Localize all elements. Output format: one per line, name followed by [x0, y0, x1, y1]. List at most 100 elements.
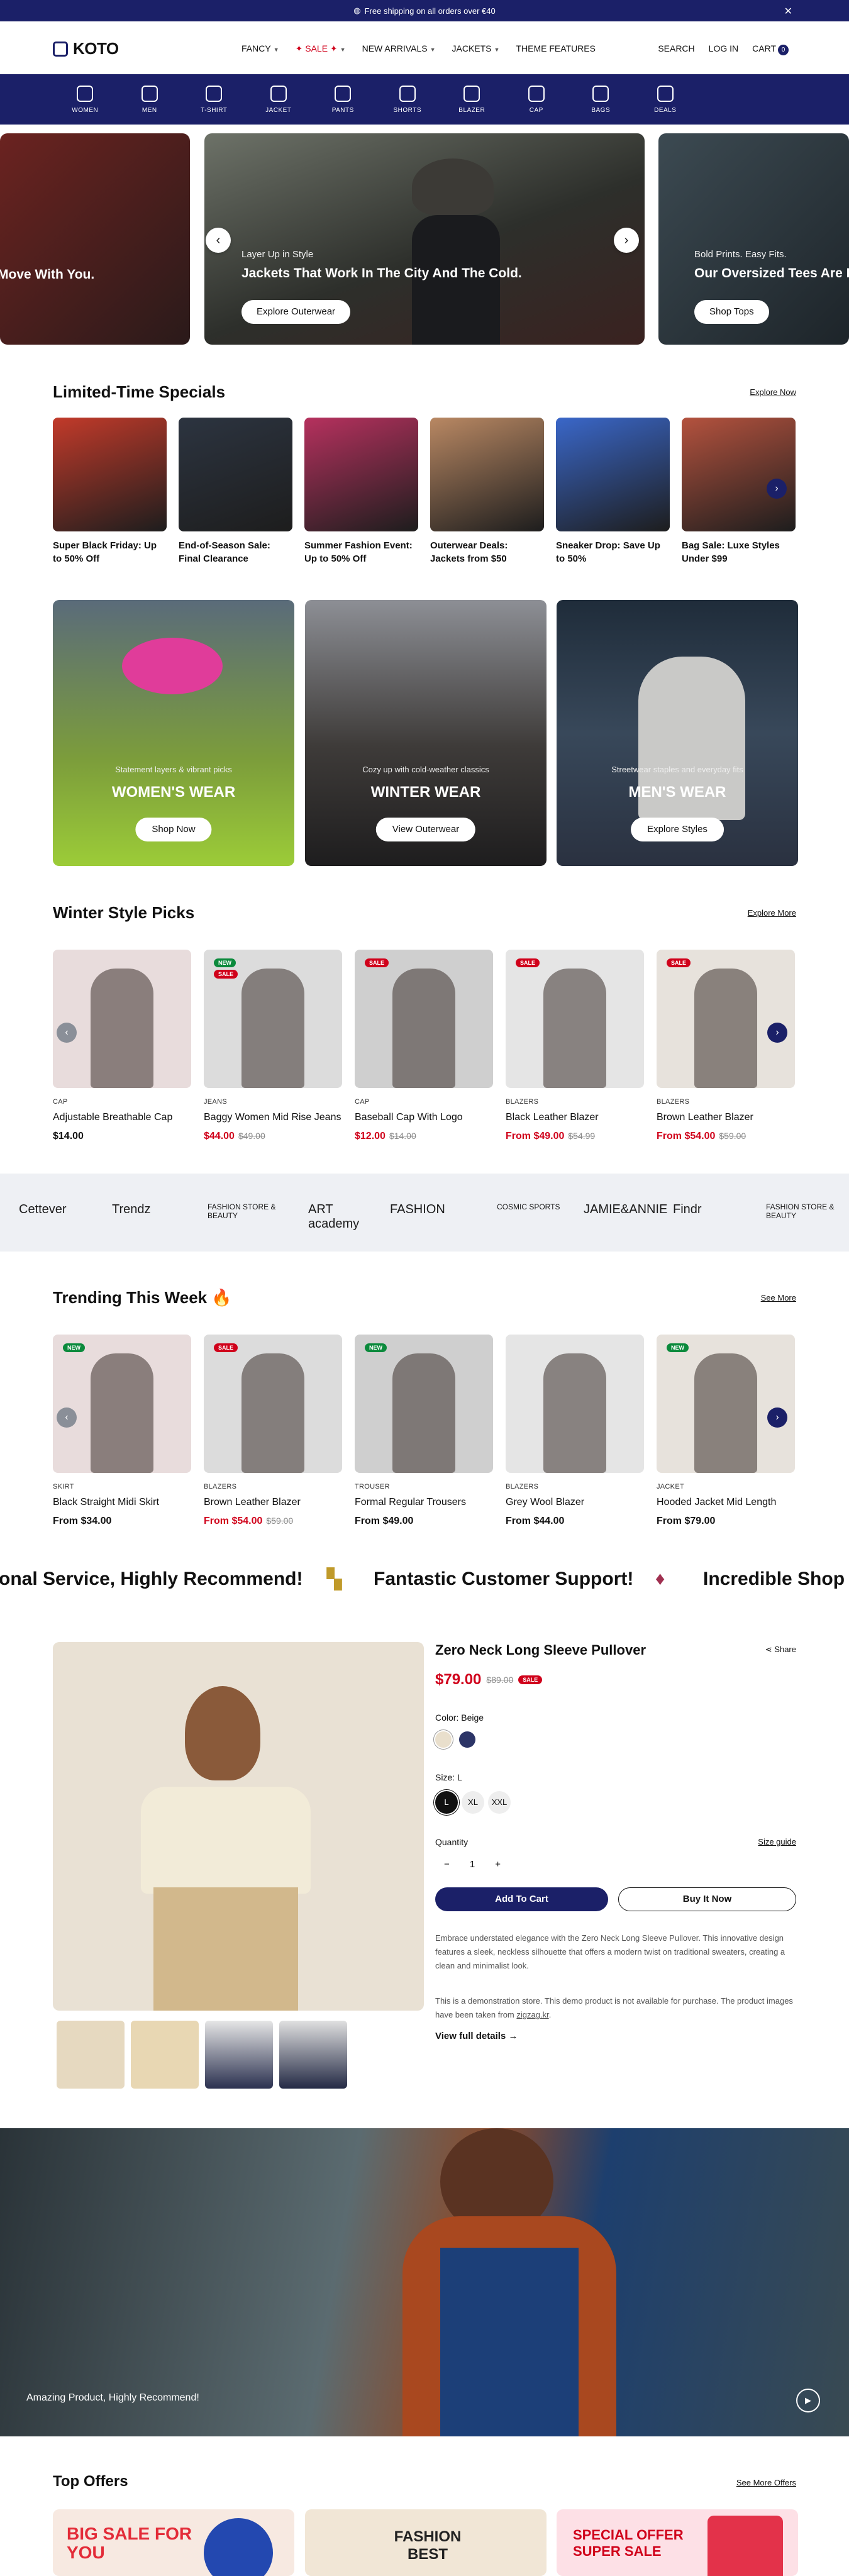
category-item[interactable]: WOMEN: [53, 74, 118, 125]
special-item[interactable]: Outerwear Deals: Jackets from $50: [430, 418, 544, 565]
product-card[interactable]: NEW SALE JEANS Baggy Women Mid Rise Jeans $4…: [204, 950, 342, 1142]
product-thumbnail[interactable]: [131, 2021, 199, 2089]
brand-logo[interactable]: FASHION STORE & BEAUTY: [766, 1202, 841, 1220]
product-card[interactable]: NEW JACKET Hooded Jacket Mid Length From $7…: [657, 1335, 795, 1527]
close-icon[interactable]: ✕: [784, 5, 792, 18]
color-swatch-navy[interactable]: [459, 1731, 476, 1748]
product-card[interactable]: SALE BLAZERS Black Leather Blazer From $49.…: [506, 950, 644, 1142]
product-name[interactable]: Formal Regular Trousers: [355, 1497, 493, 1508]
category-item[interactable]: SHORTS: [375, 74, 440, 125]
see-more-offers-link[interactable]: See More Offers: [736, 2478, 796, 2487]
product-name[interactable]: Baggy Women Mid Rise Jeans: [204, 1112, 342, 1123]
offer-tile[interactable]: FASHION BEST: [305, 2509, 547, 2576]
product-thumbnail[interactable]: [205, 2021, 273, 2089]
size-guide-link[interactable]: Size guide: [758, 1837, 796, 1846]
product-card[interactable]: BLAZERS Grey Wool Blazer From $44.00: [506, 1335, 644, 1527]
winter-prev-arrow-icon[interactable]: ‹: [57, 1023, 77, 1043]
size-option[interactable]: XL: [462, 1791, 484, 1814]
specials-next-arrow-icon[interactable]: ›: [767, 479, 787, 499]
explore-styles-button[interactable]: Explore Styles: [631, 818, 724, 841]
promo-womens[interactable]: Statement layers & vibrant picks WOMEN'S…: [53, 600, 294, 866]
shop-tops-button[interactable]: Shop Tops: [694, 300, 769, 324]
product-name[interactable]: Hooded Jacket Mid Length: [657, 1497, 795, 1508]
category-item[interactable]: DEALS: [633, 74, 698, 125]
minus-icon[interactable]: −: [444, 1859, 450, 1870]
view-outerwear-button[interactable]: View Outerwear: [375, 818, 476, 841]
see-more-link[interactable]: See More: [761, 1293, 796, 1302]
product-thumbnail[interactable]: [57, 2021, 125, 2089]
color-swatch-beige[interactable]: [435, 1731, 452, 1748]
brand-logo[interactable]: Trendz: [112, 1202, 187, 1217]
product-name[interactable]: Brown Leather Blazer: [657, 1112, 795, 1123]
hero-slide-right[interactable]: Bold Prints. Easy Fits. Our Oversized Te…: [658, 133, 849, 345]
offer-tile[interactable]: BIG SALE FOR YOU: [53, 2509, 294, 2576]
special-item[interactable]: Super Black Friday: Up to 50% Off: [53, 418, 167, 565]
category-item[interactable]: CAP: [504, 74, 569, 125]
hero-prev-arrow-icon[interactable]: ‹: [206, 228, 231, 253]
product-card[interactable]: SALE BLAZERS Brown Leather Blazer From $54.…: [204, 1335, 342, 1527]
brand-logo[interactable]: COSMIC SPORTS: [497, 1202, 572, 1211]
trending-next-arrow-icon[interactable]: ›: [767, 1407, 787, 1428]
nav-item[interactable]: THEME FEATURES: [516, 43, 596, 54]
special-item[interactable]: Summer Fashion Event: Up to 50% Off: [304, 418, 418, 565]
product-card[interactable]: SALE CAP Baseball Cap With Logo $12.00 $14.0…: [355, 950, 493, 1142]
winter-next-arrow-icon[interactable]: ›: [767, 1023, 787, 1043]
hero-slide-left[interactable]: Move With You.: [0, 133, 190, 345]
product-name[interactable]: Brown Leather Blazer: [204, 1497, 342, 1508]
product-name[interactable]: Grey Wool Blazer: [506, 1497, 644, 1508]
search-link[interactable]: SEARCH: [658, 43, 694, 55]
plus-icon[interactable]: +: [495, 1859, 501, 1870]
hero-slide-center[interactable]: Layer Up in Style Jackets That Work In T…: [204, 133, 645, 345]
hero-next-arrow-icon[interactable]: ›: [614, 228, 639, 253]
brand-logo[interactable]: FASHION: [390, 1202, 465, 1217]
shop-now-button[interactable]: Shop Now: [135, 818, 212, 841]
add-to-cart-button[interactable]: Add To Cart: [435, 1887, 608, 1911]
category-item[interactable]: BAGS: [569, 74, 633, 125]
nav-item[interactable]: JACKETS ▼: [452, 43, 500, 54]
view-full-details-link[interactable]: View full details →: [435, 2031, 518, 2041]
brand-logo[interactable]: Cettever: [19, 1202, 94, 1217]
brand-logo[interactable]: JAMIE&ANNIE: [584, 1202, 667, 1217]
trending-prev-arrow-icon[interactable]: ‹: [57, 1407, 77, 1428]
promo-winter[interactable]: Cozy up with cold-weather classics WINTE…: [305, 600, 547, 866]
video-banner[interactable]: Amazing Product, Highly Recommend! ▶: [0, 2128, 849, 2436]
size-option[interactable]: XXL: [488, 1791, 511, 1814]
product-main-image[interactable]: [53, 1642, 424, 2011]
explore-more-link[interactable]: Explore More: [748, 908, 796, 918]
buy-it-now-button[interactable]: Buy It Now: [618, 1887, 796, 1911]
nav-item[interactable]: NEW ARRIVALS ▼: [362, 43, 436, 54]
special-item[interactable]: End-of-Season Sale: Final Clearance: [179, 418, 292, 565]
nav-item[interactable]: FANCY ▼: [241, 43, 279, 54]
brand-logo[interactable]: FASHION STORE & BEAUTY: [208, 1202, 283, 1220]
quantity-stepper[interactable]: − 1 +: [435, 1853, 509, 1875]
size-option[interactable]: L: [435, 1791, 458, 1814]
product-name[interactable]: Baseball Cap With Logo: [355, 1112, 493, 1123]
product-name[interactable]: Adjustable Breathable Cap: [53, 1112, 191, 1123]
brand-logo[interactable]: Findr: [673, 1202, 748, 1217]
source-link[interactable]: zigzag.kr: [516, 2010, 548, 2019]
product-thumbnail[interactable]: [279, 2021, 347, 2089]
offer-tile[interactable]: SPECIAL OFFER SUPER SALE: [557, 2509, 798, 2576]
nav-item[interactable]: ✦ SALE ✦ ▼: [296, 43, 346, 54]
logo[interactable]: KOTO: [53, 39, 119, 58]
special-item[interactable]: Sneaker Drop: Save Up to 50%: [556, 418, 670, 565]
product-card[interactable]: NEW TROUSER Formal Regular Trousers From $4…: [355, 1335, 493, 1527]
product-card[interactable]: NEW SKIRT Black Straight Midi Skirt From $3…: [53, 1335, 191, 1527]
product-card[interactable]: CAP Adjustable Breathable Cap $14.00: [53, 950, 191, 1142]
share-button[interactable]: ⋖ Share: [765, 1645, 796, 1655]
brand-logo[interactable]: ART academy: [308, 1202, 384, 1231]
category-item[interactable]: T-SHIRT: [182, 74, 247, 125]
explore-outerwear-button[interactable]: Explore Outerwear: [241, 300, 351, 324]
category-item[interactable]: MEN: [118, 74, 182, 125]
category-item[interactable]: BLAZER: [440, 74, 504, 125]
explore-now-link[interactable]: Explore Now: [750, 387, 796, 397]
product-name[interactable]: Black Leather Blazer: [506, 1112, 644, 1123]
play-icon[interactable]: ▶: [796, 2389, 820, 2412]
login-link[interactable]: LOG IN: [709, 43, 738, 55]
product-name[interactable]: Black Straight Midi Skirt: [53, 1497, 191, 1508]
promo-mens[interactable]: Streetwear staples and everyday fits MEN…: [557, 600, 798, 866]
cart-link[interactable]: CART 0: [752, 43, 789, 55]
category-item[interactable]: PANTS: [311, 74, 375, 125]
product-card[interactable]: SALE BLAZERS Brown Leather Blazer From $54.…: [657, 950, 795, 1142]
category-item[interactable]: JACKET: [247, 74, 311, 125]
